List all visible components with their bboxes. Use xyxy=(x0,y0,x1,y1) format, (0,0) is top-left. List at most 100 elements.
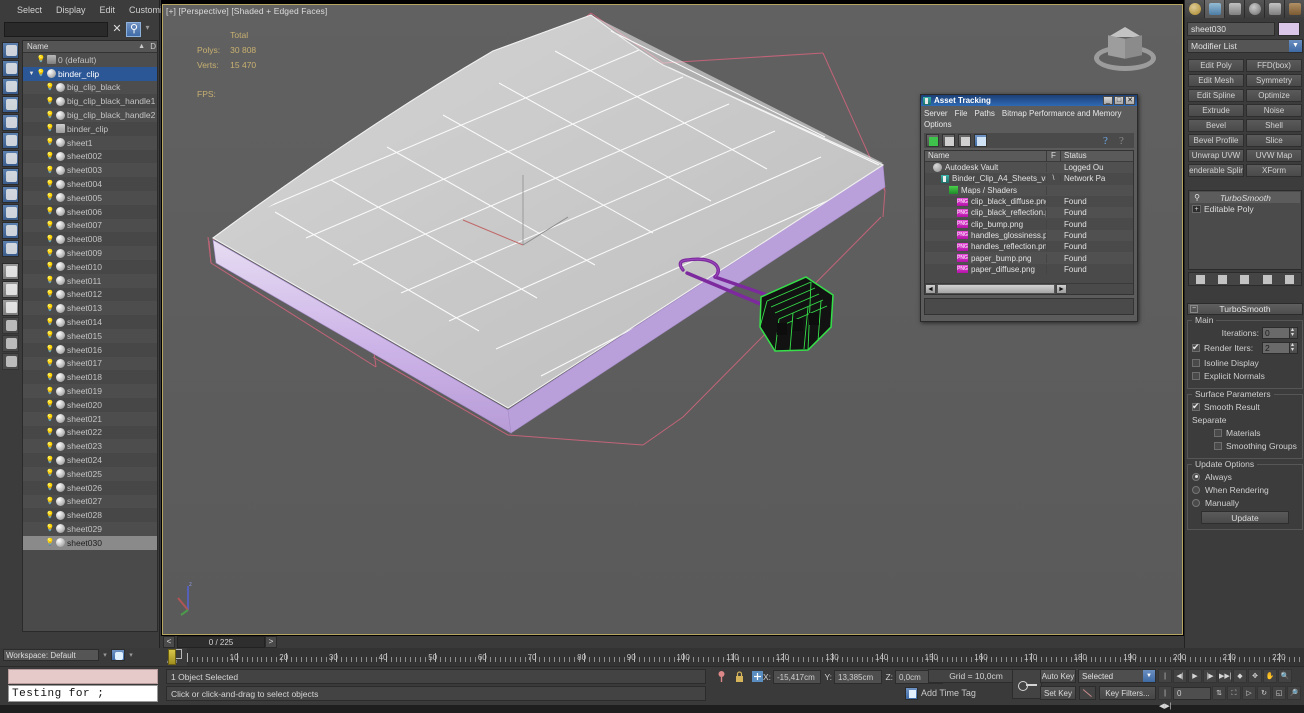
lightbulb-icon[interactable]: 💡 xyxy=(45,208,55,215)
scene-item-sheet004[interactable]: 💡 sheet004 xyxy=(23,177,157,191)
remove-modifier-icon[interactable] xyxy=(1262,274,1273,285)
sheet-view-icon[interactable] xyxy=(2,299,19,316)
zoom-region-icon[interactable]: 🔎 xyxy=(1287,686,1301,700)
scene-item-sheet029[interactable]: 💡 sheet029 xyxy=(23,522,157,536)
scene-item-sheet020[interactable]: 💡 sheet020 xyxy=(23,397,157,412)
smooth-result-checkbox[interactable] xyxy=(1192,401,1200,412)
expand-icon[interactable]: + xyxy=(1192,204,1201,213)
lightbulb-icon[interactable]: 💡 xyxy=(45,415,55,422)
object-name-field[interactable]: sheet030 xyxy=(1187,22,1275,36)
modifier-button-edit-poly[interactable]: Edit Poly xyxy=(1188,59,1244,72)
zoom-icon[interactable]: 🔍 xyxy=(1278,669,1292,683)
pin-stack-icon[interactable] xyxy=(1195,274,1206,285)
view-cube-right-face[interactable] xyxy=(1125,35,1142,59)
iterations-spinner-value[interactable]: 0 xyxy=(1262,327,1290,339)
search-more-icon[interactable]: ▾ xyxy=(144,23,151,36)
create-tab[interactable] xyxy=(1185,0,1205,18)
clear-search-icon[interactable]: ✕ xyxy=(111,23,123,36)
scene-item-sheet008[interactable]: 💡 sheet008 xyxy=(23,232,157,247)
search-input[interactable] xyxy=(4,22,108,37)
asset-menu-bitmap[interactable]: Bitmap Performance and Memory xyxy=(1002,109,1122,118)
scene-item-sheet011[interactable]: 💡 sheet011 xyxy=(23,273,157,288)
radio-button[interactable] xyxy=(1192,498,1200,507)
menu-select[interactable]: Select xyxy=(10,4,49,16)
modifier-button-optimize[interactable]: Optimize xyxy=(1246,89,1302,102)
modifier-button-shell[interactable]: Shell xyxy=(1246,119,1302,132)
modifier-list-dropdown[interactable]: Modifier List ▼ xyxy=(1187,39,1303,53)
menu-edit[interactable]: Edit xyxy=(93,4,123,16)
asset-row[interactable]: PNG clip_bump.png Found xyxy=(925,218,1133,230)
scroll-right-icon[interactable]: ► xyxy=(1056,284,1067,294)
lightbulb-icon[interactable]: 💡 xyxy=(45,512,55,519)
modifier-button-noise[interactable]: Noise xyxy=(1246,104,1302,117)
asset-tracking-titlebar[interactable]: Asset Tracking _ □ ✕ xyxy=(921,95,1137,106)
thumbnail-icon[interactable] xyxy=(958,134,971,147)
update-button[interactable]: Update xyxy=(1201,511,1289,524)
update-option-always[interactable]: Always xyxy=(1192,471,1298,482)
lightbulb-icon[interactable]: 💡 xyxy=(45,222,55,229)
asset-column-f[interactable]: F xyxy=(1047,151,1061,161)
render-iters-spinner-arrows[interactable] xyxy=(1290,341,1298,354)
scene-item-sheet005[interactable]: 💡 sheet005 xyxy=(23,190,157,205)
lightbulb-icon[interactable]: 💡 xyxy=(45,291,55,298)
view-cube-box[interactable] xyxy=(1108,27,1142,61)
explicit-normals-row[interactable]: Explicit Normals xyxy=(1192,370,1298,381)
scene-item-sheet1[interactable]: 💡 sheet1 xyxy=(23,135,157,150)
asset-menu-server[interactable]: Server xyxy=(924,109,948,118)
radio-button[interactable] xyxy=(1192,485,1200,494)
select-children-icon[interactable] xyxy=(2,96,19,113)
lightbulb-icon[interactable]: 💡 xyxy=(45,539,55,546)
modifier-button-uvw-map[interactable]: UVW Map xyxy=(1246,149,1302,162)
lightbulb-icon[interactable]: 💡 xyxy=(45,277,55,284)
go-to-start-icon[interactable]: |◀◀ xyxy=(1158,669,1172,693)
selection-set-dropdown[interactable]: Selected ▼ xyxy=(1078,669,1156,683)
scene-item-sheet023[interactable]: 💡 sheet023 xyxy=(23,439,157,454)
scene-item-sheet014[interactable]: 💡 sheet014 xyxy=(23,315,157,329)
isolate-icon[interactable] xyxy=(2,168,19,185)
rollout-header[interactable]: − TurboSmooth xyxy=(1187,303,1303,315)
key-mode-icon[interactable]: ◆ xyxy=(1233,669,1247,683)
scene-item-sheet022[interactable]: 💡 sheet022 xyxy=(23,425,157,440)
asset-row[interactable]: PNG handles_reflection.png Found xyxy=(925,241,1133,253)
asset-row[interactable]: PNGhandles_glossiness.png Found xyxy=(925,229,1133,242)
lightbulb-icon[interactable]: 💡 xyxy=(45,194,55,201)
chevron-down-icon[interactable]: ▼ xyxy=(1143,670,1155,682)
scene-item-binder-clip[interactable]: ▼ 💡 binder_clip xyxy=(23,66,157,81)
list-column-header[interactable]: Name ▲ D xyxy=(23,41,157,53)
layer-icon[interactable] xyxy=(2,240,19,257)
search-options-icon[interactable] xyxy=(126,22,141,37)
scene-item-sheet013[interactable]: 💡 sheet013 xyxy=(23,301,157,316)
lightbulb-icon[interactable]: ⚲ xyxy=(1192,193,1202,202)
utilities-tab[interactable] xyxy=(1285,0,1304,18)
lightbulb-icon[interactable]: 💡 xyxy=(45,374,55,381)
viewport-label[interactable]: [+] [Perspective] [Shaded + Edged Faces] xyxy=(166,6,327,16)
spinner-icon[interactable]: ⇅ xyxy=(1212,686,1226,700)
properties-icon[interactable] xyxy=(2,222,19,239)
asset-row[interactable]: PNG clip_black_diffuse.png Found xyxy=(925,195,1133,208)
scene-item-sheet009[interactable]: 💡 sheet009 xyxy=(23,246,157,260)
display-tab[interactable] xyxy=(1265,0,1285,18)
modifier-button-extrude[interactable]: Extrude xyxy=(1188,104,1244,117)
object-color-swatch[interactable] xyxy=(1278,22,1300,36)
make-unique-icon[interactable] xyxy=(1239,274,1250,285)
lightbulb-icon[interactable]: 💡 xyxy=(45,470,55,477)
view-cube-left-face[interactable] xyxy=(1108,35,1125,59)
expand-collapse-icon[interactable]: ▼ xyxy=(27,71,36,77)
stack-item-turbosmooth[interactable]: ⚲ TurboSmooth xyxy=(1190,192,1300,203)
asset-row[interactable]: PNG paper_bump.png Found xyxy=(925,252,1133,264)
asset-row[interactable]: PNGclip_black_reflection.png Found xyxy=(925,207,1133,219)
lightbulb-icon[interactable]: 💡 xyxy=(45,525,55,532)
modifier-button-enderable-splir[interactable]: enderable Splir xyxy=(1188,164,1244,177)
close-button[interactable]: ✕ xyxy=(1125,96,1135,105)
scene-item-sheet019[interactable]: 💡 sheet019 xyxy=(23,384,157,398)
render-icon[interactable] xyxy=(2,204,19,221)
set-key-indicator-icon[interactable] xyxy=(1079,686,1096,700)
scene-item-sheet024[interactable]: 💡 sheet024 xyxy=(23,453,157,467)
pan-icon[interactable]: ✋ xyxy=(1263,669,1277,683)
lightbulb-icon[interactable]: 💡 xyxy=(45,319,55,326)
materials-row[interactable]: Materials xyxy=(1192,427,1298,438)
orbit-icon[interactable]: ↻ xyxy=(1257,686,1271,700)
coord-field-x[interactable]: -15,417cm xyxy=(773,669,821,684)
scene-item-sheet010[interactable]: 💡 sheet010 xyxy=(23,259,157,274)
list-view-icon[interactable] xyxy=(2,263,19,280)
